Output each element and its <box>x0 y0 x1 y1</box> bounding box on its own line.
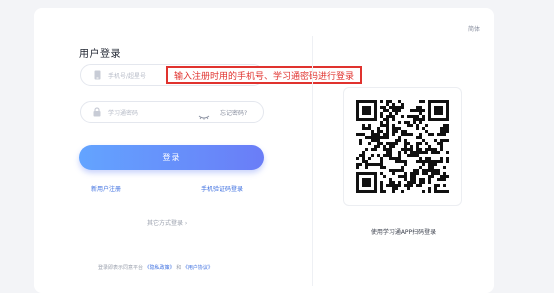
user-agreement-link[interactable]: 《用户协议》 <box>183 265 213 271</box>
agreement-prefix: 登录即表示同意平台 <box>98 265 144 271</box>
forgot-password-link[interactable]: 忘记密码? <box>220 108 247 117</box>
agreement-and: 和 <box>176 265 182 271</box>
page-title: 用户登录 <box>79 49 121 60</box>
eye-closed-icon[interactable] <box>198 107 210 120</box>
qr-code <box>356 100 449 193</box>
password-placeholder: 学习通密码 <box>108 109 139 117</box>
divider <box>312 36 313 286</box>
sms-login-link[interactable]: 手机验证码登录 <box>201 184 243 193</box>
phone-placeholder: 手机号/超星号 <box>108 72 147 80</box>
password-field[interactable]: 学习通密码 忘记密码? <box>80 101 264 123</box>
language-switch[interactable]: 简体 <box>468 24 480 33</box>
login-card: 简体 用户登录 手机号/超星号 学习通密码 忘记密码? 输入注册时用的手机号、学… <box>34 8 494 293</box>
lock-icon <box>92 107 102 117</box>
qr-caption: 使用学习通APP扫码登录 <box>370 229 437 236</box>
other-login-methods[interactable]: 其它方式登录 › <box>147 218 187 227</box>
register-link[interactable]: 新用户注册 <box>91 184 121 193</box>
agreement-text: 登录即表示同意平台 《隐私政策》 和 《用户协议》 <box>98 264 213 271</box>
privacy-policy-link[interactable]: 《隐私政策》 <box>145 265 175 271</box>
annotation-callout: 输入注册时用的手机号、学习通密码进行登录 <box>166 66 362 84</box>
phone-icon <box>92 70 102 80</box>
qr-code-box <box>343 87 462 206</box>
login-button[interactable]: 登录 <box>79 145 264 170</box>
